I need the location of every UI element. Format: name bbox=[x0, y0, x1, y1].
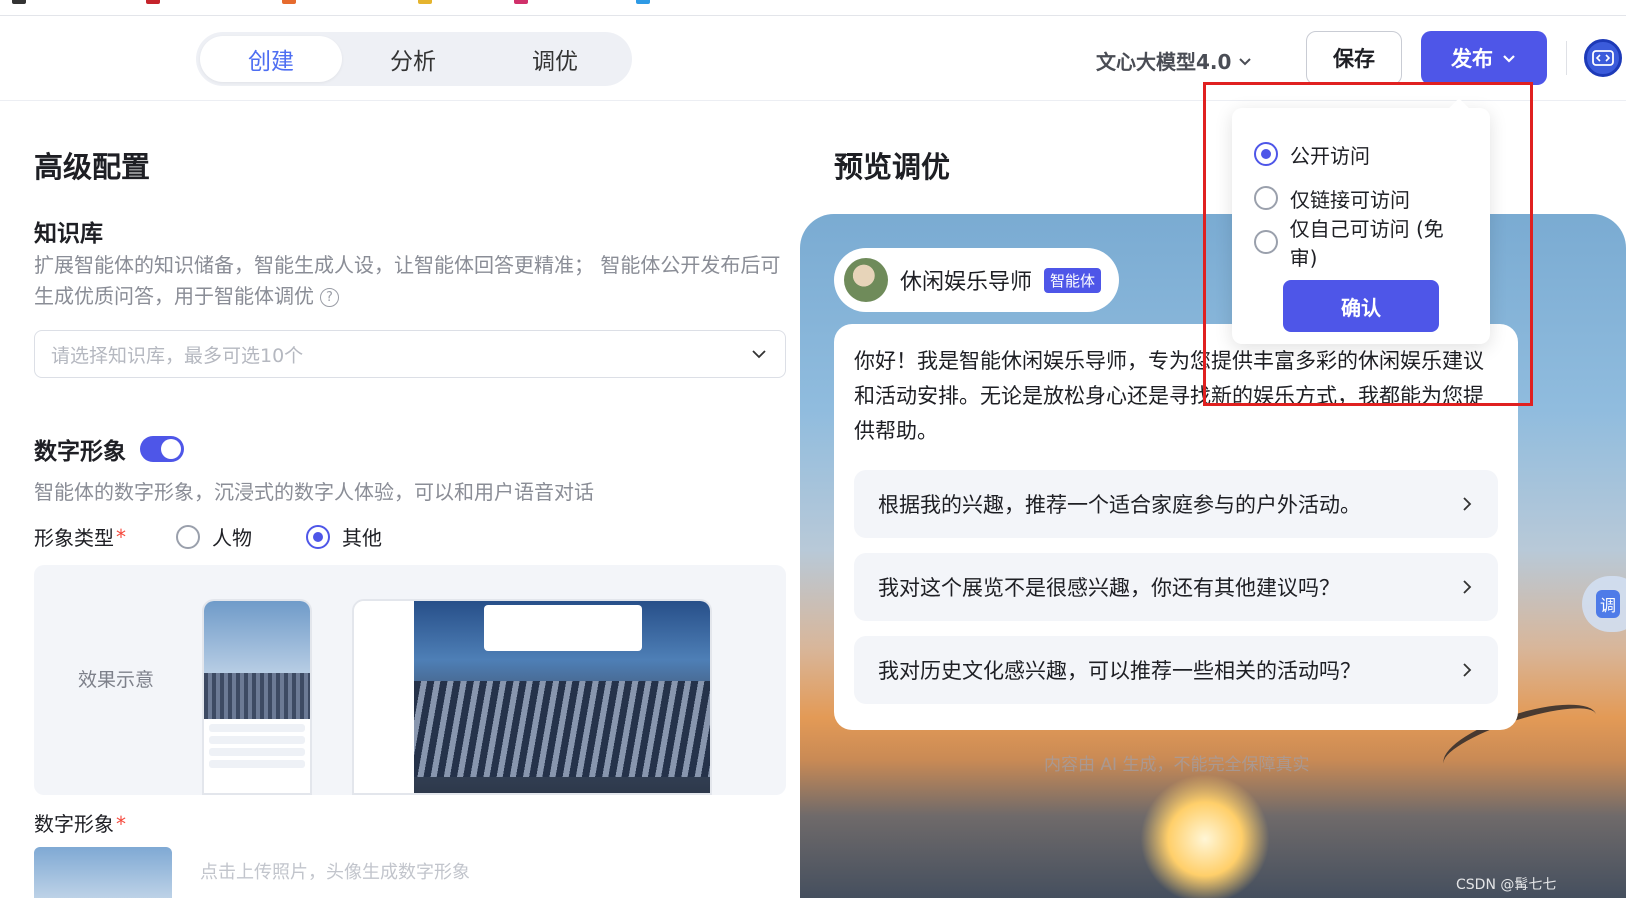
help-icon[interactable]: ? bbox=[320, 288, 339, 307]
bookmark-icon[interactable] bbox=[636, 0, 650, 4]
model-select[interactable]: 文心大模型4.0 bbox=[1096, 46, 1253, 75]
knowledge-placeholder: 请选择知识库，最多可选10个 bbox=[51, 344, 304, 367]
suggestion-text: 我对这个展览不是很感兴趣，你还有其他建议吗？ bbox=[878, 576, 1340, 600]
divider bbox=[1566, 41, 1567, 75]
effect-preview-box: 效果示意 bbox=[34, 565, 786, 795]
digital-image-thumbnail[interactable] bbox=[34, 847, 172, 898]
bookmark-icon[interactable] bbox=[146, 0, 160, 4]
greeting-message: 你好！我是智能休闲娱乐导师，专为您提供丰富多彩的休闲娱乐建议和活动安排。无论是放… bbox=[854, 349, 1484, 443]
preview-title: 预览调优 bbox=[834, 150, 951, 184]
publish-option-private[interactable]: 仅自己可访问 (免审) bbox=[1254, 217, 1468, 270]
floating-assistant-label: 调 bbox=[1596, 590, 1620, 618]
agent-badge: 智能体 bbox=[1044, 267, 1102, 293]
tablet-sidebar bbox=[354, 601, 414, 793]
app-root: 创建 分析 调优 文心大模型4.0 保存 发布 高级配置 知识库 扩展智能体的知… bbox=[0, 0, 1626, 898]
avatar-type-label: 形象类型 bbox=[34, 526, 114, 550]
publish-option-label: 公开访问 bbox=[1290, 143, 1370, 168]
phone-line bbox=[209, 736, 305, 744]
phone-mockup-image bbox=[202, 599, 312, 795]
code-icon bbox=[1592, 50, 1614, 66]
chevron-right-icon bbox=[1463, 497, 1472, 511]
publish-label: 发布 bbox=[1451, 47, 1493, 71]
browser-bookmark-strip bbox=[0, 0, 1626, 16]
tab-create[interactable]: 创建 bbox=[200, 36, 342, 82]
knowledge-title: 知识库 bbox=[34, 221, 103, 247]
mode-tabs: 创建 分析 调优 bbox=[196, 32, 632, 86]
required-mark: * bbox=[116, 524, 126, 549]
config-panel: 高级配置 知识库 扩展智能体的知识储备，智能生成人设，让智能体回答更精准； 智能… bbox=[34, 102, 786, 898]
bookmark-icon[interactable] bbox=[514, 0, 528, 4]
required-mark: * bbox=[116, 812, 126, 836]
knowledge-desc-text: 扩展智能体的知识储备，智能生成人设，让智能体回答更精准； 智能体公开发布后可生成… bbox=[34, 253, 781, 308]
preview-panel: 休闲娱乐导师 智能体 你好！我是智能休闲娱乐导师，专为您提供丰富多彩的休闲娱乐建… bbox=[800, 214, 1626, 898]
tablet-roof bbox=[414, 681, 710, 777]
chevron-right-icon bbox=[1463, 663, 1472, 677]
radio-circle[interactable] bbox=[1254, 186, 1278, 210]
publish-option-label: 仅自己可访问 (免审) bbox=[1289, 217, 1444, 270]
chevron-down-icon bbox=[1239, 57, 1252, 65]
suggestion-item[interactable]: 我对历史文化感兴趣，可以推荐一些相关的活动吗？ bbox=[854, 636, 1498, 704]
radio-circle[interactable] bbox=[306, 524, 330, 549]
model-label: 文心大模型4.0 bbox=[1096, 50, 1232, 74]
radio-other[interactable]: 其他 bbox=[306, 522, 382, 551]
radio-person[interactable]: 人物 bbox=[176, 522, 252, 551]
tablet-card bbox=[484, 605, 642, 651]
save-button[interactable]: 保存 bbox=[1306, 31, 1402, 85]
agent-header: 休闲娱乐导师 智能体 bbox=[834, 248, 1120, 312]
radio-circle[interactable] bbox=[176, 524, 200, 549]
tab-analyze[interactable]: 分析 bbox=[342, 36, 484, 82]
sunset-sun bbox=[1140, 774, 1270, 898]
knowledge-select[interactable]: 请选择知识库，最多可选10个 bbox=[34, 330, 786, 378]
publish-dropdown: 公开访问 仅链接可访问 仅自己可访问 (免审) 确认 bbox=[1232, 108, 1490, 344]
digital-image-label: 数字形象 * bbox=[34, 808, 126, 837]
suggestion-text: 根据我的兴趣，推荐一个适合家庭参与的户外活动。 bbox=[878, 493, 1361, 517]
suggestion-item[interactable]: 根据我的兴趣，推荐一个适合家庭参与的户外活动。 bbox=[854, 470, 1498, 538]
bookmark-icon[interactable] bbox=[418, 0, 432, 4]
chat-card: 你好！我是智能休闲娱乐导师，专为您提供丰富多彩的休闲娱乐建议和活动安排。无论是放… bbox=[834, 324, 1518, 730]
phone-header bbox=[204, 601, 310, 673]
phone-body bbox=[204, 719, 310, 777]
chevron-down-icon bbox=[752, 350, 766, 359]
radio-person-label: 人物 bbox=[212, 526, 252, 550]
publish-option-label: 仅链接可访问 bbox=[1290, 187, 1410, 212]
bookmark-icon[interactable] bbox=[282, 0, 296, 4]
knowledge-desc: 扩展智能体的知识储备，智能生成人设，让智能体回答更精准； 智能体公开发布后可生成… bbox=[34, 250, 786, 312]
digital-human-header: 数字形象 bbox=[34, 432, 184, 466]
digital-image-label-text: 数字形象 bbox=[34, 812, 114, 836]
effect-label: 效果示意 bbox=[78, 669, 155, 691]
confirm-button[interactable]: 确认 bbox=[1283, 280, 1439, 332]
publish-option-public[interactable]: 公开访问 bbox=[1254, 132, 1468, 176]
code-embed-button[interactable] bbox=[1584, 39, 1622, 77]
phone-line bbox=[209, 724, 305, 732]
chevron-right-icon bbox=[1463, 580, 1472, 594]
upload-hint: 点击上传照片，头像生成数字形象 bbox=[200, 862, 470, 883]
avatar bbox=[844, 258, 888, 302]
ai-disclaimer: 内容由 AI 生成，不能完全保障真实 bbox=[1044, 755, 1310, 775]
suggestion-item[interactable]: 我对这个展览不是很感兴趣，你还有其他建议吗？ bbox=[854, 553, 1498, 621]
chevron-down-icon bbox=[1503, 55, 1515, 63]
suggestion-text: 我对历史文化感兴趣，可以推荐一些相关的活动吗？ bbox=[878, 659, 1361, 683]
digital-human-desc: 智能体的数字形象，沉浸式的数字人体验，可以和用户语音对话 bbox=[34, 480, 594, 504]
watermark: CSDN @髯七七 bbox=[1456, 877, 1557, 893]
phone-roof-image bbox=[204, 673, 310, 719]
publish-button[interactable]: 发布 bbox=[1421, 31, 1547, 85]
phone-line bbox=[209, 748, 305, 756]
phone-line bbox=[209, 760, 305, 768]
tab-tune[interactable]: 调优 bbox=[484, 36, 626, 82]
digital-human-title: 数字形象 bbox=[34, 439, 126, 465]
digital-human-toggle[interactable] bbox=[140, 436, 184, 462]
toggle-knob bbox=[161, 439, 181, 459]
top-header: 创建 分析 调优 文心大模型4.0 保存 发布 bbox=[0, 17, 1626, 101]
section-title: 高级配置 bbox=[34, 150, 151, 184]
radio-other-label: 其他 bbox=[342, 526, 382, 550]
radio-circle[interactable] bbox=[1254, 142, 1278, 166]
agent-name: 休闲娱乐导师 bbox=[900, 270, 1033, 295]
tablet-mockup-image bbox=[352, 599, 712, 795]
radio-circle[interactable] bbox=[1254, 230, 1278, 254]
avatar-type-row: 形象类型 * 人物 其他 bbox=[34, 522, 382, 551]
bookmark-icon[interactable] bbox=[12, 0, 26, 4]
